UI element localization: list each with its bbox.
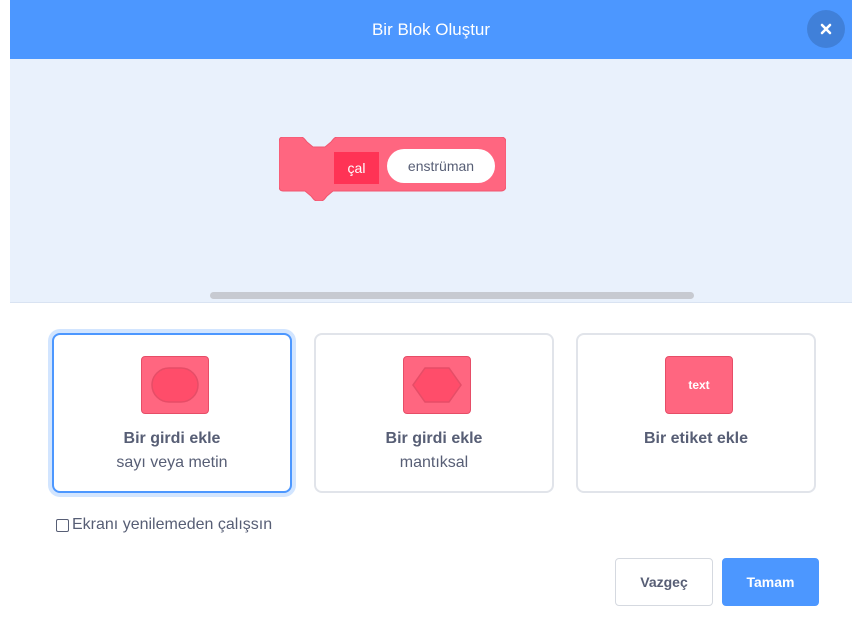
card-subtitle: mantıksal [399, 454, 469, 471]
label-text-icon: text [665, 356, 733, 414]
number-text-input-icon [141, 356, 209, 414]
boolean-input-icon [403, 356, 471, 414]
run-without-refresh-label: Ekranı yenilemeden çalışsın [72, 516, 273, 533]
add-label-card[interactable]: text Bir etiket ekle [576, 333, 816, 493]
card-title: Bir girdi ekle [385, 430, 483, 447]
block-parameter-field[interactable]: enstrüman [387, 149, 495, 183]
close-icon [820, 23, 832, 35]
ok-button[interactable]: Tamam [722, 558, 819, 606]
close-button[interactable] [807, 10, 845, 48]
cancel-button[interactable]: Vazgeç [615, 558, 713, 606]
make-block-dialog: Bir Blok Oluştur çal enstrüman Bir girdi… [0, 0, 852, 640]
run-without-refresh-checkbox[interactable] [56, 518, 69, 532]
custom-block-preview[interactable]: çal enstrüman [279, 137, 506, 201]
block-label-field[interactable]: çal [334, 152, 379, 184]
card-title: Bir girdi ekle [123, 430, 221, 447]
card-subtitle: sayı veya metin [116, 454, 228, 471]
card-title: Bir etiket ekle [643, 430, 749, 447]
add-input-boolean-card[interactable]: Bir girdi ekle mantıksal [314, 333, 554, 493]
add-input-number-text-card[interactable]: Bir girdi ekle sayı veya metin [52, 333, 292, 493]
dialog-title: Bir Blok Oluştur [371, 19, 491, 39]
dialog-header: Bir Blok Oluştur [10, 0, 852, 59]
block-preview-workspace: çal enstrüman [10, 59, 852, 303]
horizontal-scrollbar[interactable] [210, 292, 694, 299]
run-without-refresh-option[interactable]: Ekranı yenilemeden çalışsın [56, 516, 272, 534]
